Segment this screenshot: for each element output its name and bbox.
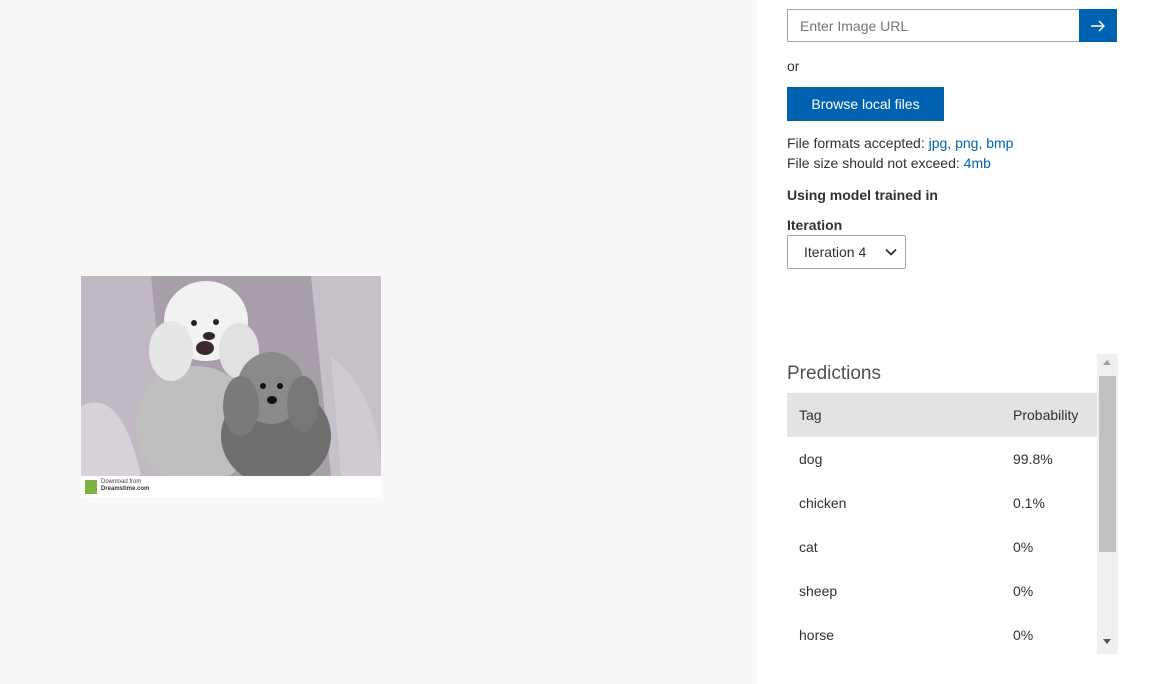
table-header: Tag Probability	[787, 393, 1097, 437]
table-row: sheep 0%	[787, 569, 1097, 613]
table-row: dog 99.8%	[787, 437, 1097, 481]
probability-cell: 0.1%	[1013, 495, 1045, 511]
chevron-down-icon	[885, 248, 897, 256]
probability-cell: 0%	[1013, 583, 1034, 599]
predictions-scrollbar[interactable]	[1097, 354, 1118, 654]
file-formats-link[interactable]: jpg, png, bmp	[929, 135, 1014, 151]
preview-image: Download from Dreamstime.com	[81, 276, 381, 497]
file-formats-label: File formats accepted:	[787, 135, 925, 151]
watermark-site: Dreamstime.com	[101, 486, 150, 492]
arrow-right-icon	[1091, 20, 1105, 31]
file-formats-info: File formats accepted: jpg, png, bmp	[787, 135, 1013, 151]
image-url-input[interactable]	[787, 9, 1079, 42]
table-row: chicken 0.1%	[787, 481, 1097, 525]
probability-cell: 0%	[1013, 627, 1034, 643]
iteration-dropdown[interactable]: Iteration 4	[787, 235, 906, 269]
probability-cell: 0%	[1013, 539, 1034, 555]
iteration-selected-value: Iteration 4	[804, 244, 867, 260]
tag-cell: chicken	[799, 495, 847, 511]
tag-cell: sheep	[799, 583, 838, 599]
scroll-down-icon[interactable]	[1103, 639, 1111, 644]
predictions-title: Predictions	[787, 363, 881, 384]
iteration-label: Iteration	[787, 217, 843, 233]
column-header-tag: Tag	[799, 407, 822, 423]
image-preview-area: Download from Dreamstime.com	[0, 0, 757, 684]
tag-cell: cat	[799, 539, 818, 555]
url-input-row	[787, 9, 1117, 42]
watermark-text: Download from	[101, 479, 142, 485]
tag-cell: dog	[799, 451, 823, 467]
predictions-table: Tag Probability dog 99.8% chicken 0.1% c…	[787, 393, 1097, 654]
file-size-label: File size should not exceed:	[787, 155, 960, 171]
browse-local-files-button[interactable]: Browse local files	[787, 87, 944, 121]
model-trained-label: Using model trained in	[787, 187, 938, 203]
probability-cell: 99.8%	[1013, 451, 1053, 467]
table-row: horse 0%	[787, 613, 1097, 654]
scrollbar-thumb[interactable]	[1099, 376, 1116, 552]
right-panel: or Browse local files File formats accep…	[757, 0, 1158, 684]
column-header-probability: Probability	[1013, 407, 1079, 423]
file-size-link[interactable]: 4mb	[964, 155, 991, 171]
tag-cell: horse	[799, 627, 835, 643]
predictions-panel: Predictions Tag Probability dog 99.8% ch…	[787, 354, 1118, 654]
file-size-info: File size should not exceed: 4mb	[787, 155, 991, 171]
url-submit-button[interactable]	[1079, 9, 1117, 42]
or-label: or	[787, 58, 800, 74]
scroll-up-icon[interactable]	[1103, 360, 1111, 365]
table-row: cat 0%	[787, 525, 1097, 569]
